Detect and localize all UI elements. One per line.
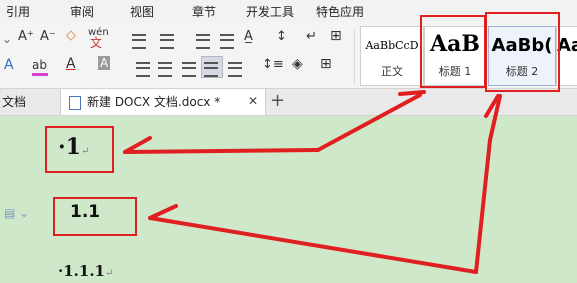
arrow-line-4	[148, 216, 478, 274]
arrow-line-1	[316, 93, 422, 152]
arrow-head-4	[398, 90, 426, 96]
arrow-line-3	[474, 94, 502, 274]
arrow-line-2	[123, 148, 320, 154]
arrow-head-2	[148, 204, 178, 220]
annotation-arrows	[123, 90, 502, 274]
